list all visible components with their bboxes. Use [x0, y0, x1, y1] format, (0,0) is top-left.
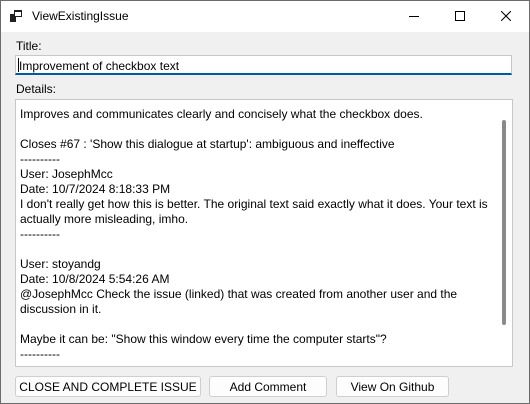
app-window-icon [10, 10, 22, 22]
close-button[interactable] [483, 1, 529, 32]
close-and-complete-issue-button[interactable]: CLOSE AND COMPLETE ISSUE [15, 376, 201, 397]
title-label: Title: [16, 39, 42, 53]
details-text: Improves and communicates clearly and co… [20, 107, 488, 361]
details-textarea[interactable]: Improves and communicates clearly and co… [15, 99, 513, 367]
details-scrollbar[interactable] [502, 120, 506, 325]
maximize-button[interactable] [437, 1, 483, 32]
title-bar[interactable]: ViewExistingIssue [1, 1, 529, 32]
close-icon [500, 10, 512, 24]
add-comment-button[interactable]: Add Comment [209, 376, 327, 397]
view-on-github-button[interactable]: View On Github [336, 376, 449, 397]
view-existing-issue-window: ViewExistingIssue Title: Details: Improv… [0, 0, 530, 404]
maximize-icon [455, 10, 465, 24]
details-label: Details: [16, 82, 57, 96]
minimize-button[interactable] [391, 1, 437, 32]
text-caret [18, 58, 19, 72]
title-input[interactable] [15, 55, 512, 75]
minimize-icon [409, 10, 419, 24]
window-title: ViewExistingIssue [32, 9, 129, 23]
